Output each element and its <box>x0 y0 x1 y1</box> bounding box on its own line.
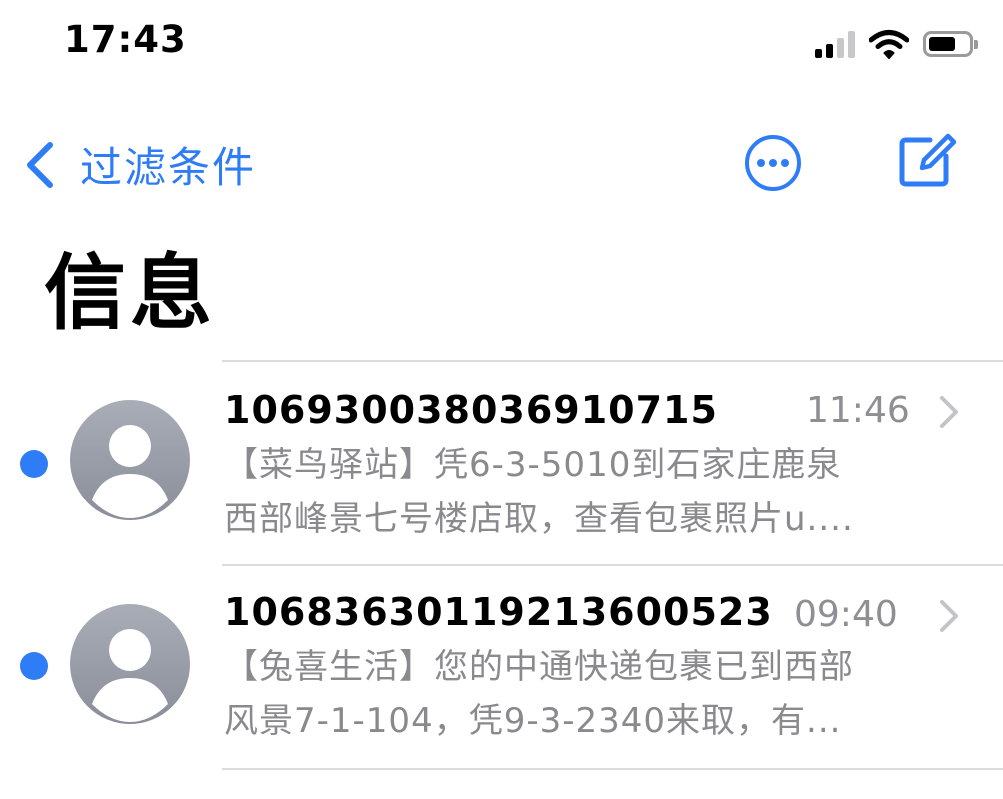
cellular-signal-icon <box>815 30 855 58</box>
status-time: 17:43 <box>64 18 187 61</box>
battery-icon <box>923 31 978 57</box>
preview-line: 【菜鸟驿站】凭6-3-5010到石家庄鹿泉 <box>224 445 842 485</box>
back-label: 过滤条件 <box>80 143 257 192</box>
message-time: 11:46 <box>806 390 910 431</box>
wifi-icon <box>869 30 909 59</box>
message-preview: 【兔喜生活】您的中通快递包裹已到西部 风景7-1-104，凭9-3-2340来取… <box>224 640 964 748</box>
back-button[interactable]: 过滤条件 <box>20 134 256 195</box>
message-row[interactable]: 106930038036910715 11:46 【菜鸟驿站】凭6-3-5010… <box>0 362 1003 566</box>
compose-icon[interactable] <box>896 128 958 190</box>
avatar <box>70 604 190 724</box>
status-icons <box>815 26 978 62</box>
avatar <box>70 400 190 520</box>
chevron-right-icon <box>940 396 958 428</box>
person-silhouette-icon <box>92 425 168 518</box>
unread-indicator <box>20 652 48 680</box>
message-row[interactable]: 1068363011921360052​3 09:40 【兔喜生活】您的中通快递… <box>0 566 1003 770</box>
unread-indicator <box>20 450 48 478</box>
sender-name: 1068363011921360052​3 <box>224 590 773 634</box>
page-title: 信息 <box>44 246 217 341</box>
person-silhouette-icon <box>92 629 168 722</box>
message-preview: 【菜鸟驿站】凭6-3-5010到石家庄鹿泉 西部峰景七号楼店取，查看包裹照片u.… <box>224 438 964 546</box>
chevron-left-icon <box>27 141 53 188</box>
preview-line: 西部峰景七号楼店取，查看包裹照片u.... <box>224 499 854 539</box>
preview-line: 风景7-1-104，凭9-3-2340来取，有... <box>224 701 842 741</box>
chevron-right-icon <box>940 600 958 632</box>
ellipsis-circle-icon[interactable] <box>744 134 802 192</box>
sender-name: 106930038036910715 <box>224 388 718 432</box>
messages-screen: 17:43 过滤条件 信息 106930038036910715 11:46 【… <box>0 0 1003 799</box>
preview-line: 【兔喜生活】您的中通快递包裹已到西部 <box>224 647 854 687</box>
divider <box>222 768 1003 770</box>
message-time: 09:40 <box>794 594 898 635</box>
